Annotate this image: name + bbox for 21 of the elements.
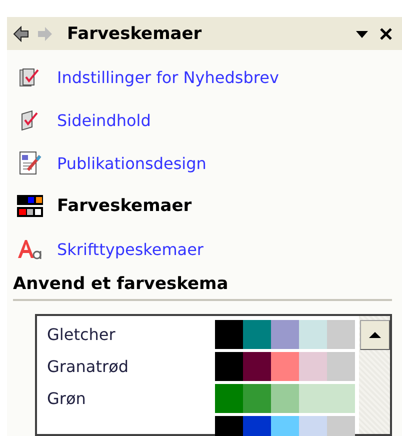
task-pane-title: Farveskemaer [67,24,203,44]
back-arrow-icon [13,26,29,42]
document-brush-icon [18,150,42,176]
letters-icon [17,238,43,260]
close-button[interactable] [378,26,394,42]
up-triangle-icon [368,331,380,339]
task-link[interactable]: Indstillinger for Nyhedsbrev [17,60,402,94]
back-button[interactable] [13,26,29,42]
close-icon [378,26,394,42]
task-link[interactable]: Skrifttypeskemaer [17,232,402,266]
task-link[interactable]: Publikationsdesign [17,146,402,180]
task-link[interactable]: Farveskemaer [17,189,402,223]
color-grid-icon [17,194,43,218]
task-link[interactable]: Sideindhold [17,103,402,137]
scroll-up-button[interactable] [360,320,390,350]
scheme-name[interactable]: Granatrød [47,357,215,376]
section-heading: Anvend et farveskema [13,274,392,301]
scheme-name[interactable]: Gletcher [47,325,215,344]
scheme-name[interactable]: Grøn [47,389,215,408]
forward-arrow-icon [37,26,53,42]
scrollbar[interactable] [359,316,390,434]
